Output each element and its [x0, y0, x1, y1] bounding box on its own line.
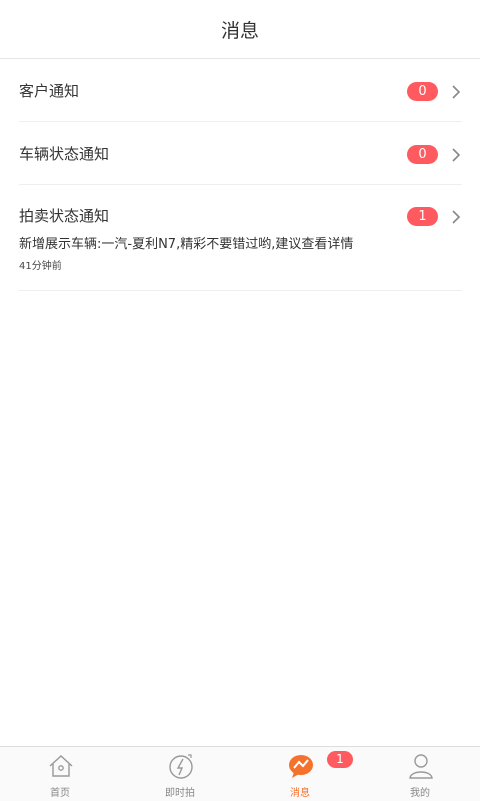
notification-message: 新增展示车辆:一汽-夏利N7,精彩不要错过哟,建议查看详情 — [19, 237, 354, 252]
message-count-badge: 1 — [327, 751, 353, 768]
notification-row-vehicle-status[interactable]: 车辆状态通知 0 — [19, 122, 462, 185]
notification-row-customer[interactable]: 客户通知 0 — [19, 59, 462, 122]
count-badge: 1 — [407, 207, 438, 226]
top-header: 消息 — [0, 0, 480, 59]
tab-label: 我的 — [410, 788, 430, 799]
home-icon — [49, 755, 73, 777]
message-icon — [289, 755, 313, 778]
tab-label: 消息 — [290, 788, 310, 799]
notification-title: 拍卖状态通知 — [19, 207, 110, 225]
tab-label: 即时拍 — [165, 788, 195, 799]
chevron-right-icon — [452, 85, 461, 99]
tab-instant-auction[interactable]: 即时拍 — [120, 747, 240, 801]
notification-list: 客户通知 0 车辆状态通知 0 拍卖状态通知 1 新增展示车辆:一汽-夏利N7,… — [0, 59, 480, 291]
chevron-right-icon — [452, 210, 461, 224]
notification-time: 41分钟前 — [19, 261, 62, 272]
page-title: 消息 — [220, 19, 259, 42]
lightning-icon — [169, 754, 193, 779]
tab-profile[interactable]: 我的 — [360, 747, 480, 801]
notification-row-auction-status[interactable]: 拍卖状态通知 1 新增展示车辆:一汽-夏利N7,精彩不要错过哟,建议查看详情 4… — [19, 185, 462, 291]
tab-home[interactable]: 首页 — [0, 747, 120, 801]
count-badge: 0 — [407, 82, 438, 101]
bottom-tab-bar: 首页 即时拍 消息 我的 — [0, 746, 480, 801]
count-badge: 0 — [407, 145, 438, 164]
notification-title: 车辆状态通知 — [19, 145, 110, 163]
chevron-right-icon — [452, 148, 461, 162]
notification-title: 客户通知 — [19, 82, 80, 100]
user-icon — [409, 754, 433, 779]
tab-label: 首页 — [50, 788, 70, 799]
